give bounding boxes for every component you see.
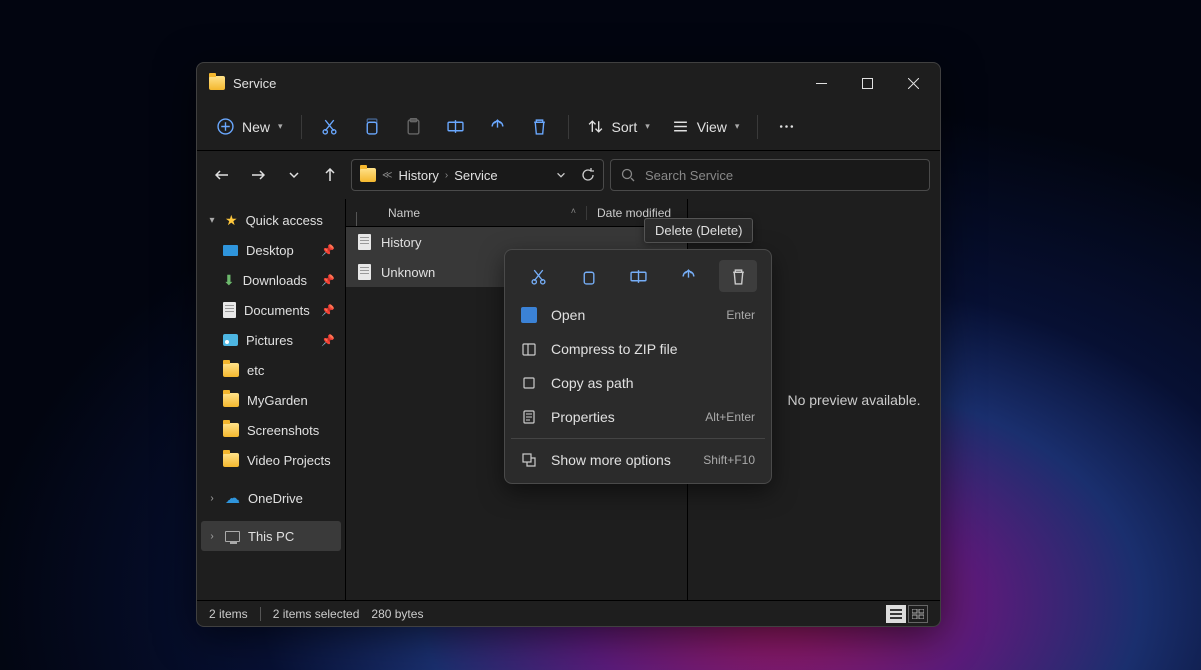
new-button[interactable]: New ▾: [207, 109, 293, 145]
status-size: 280 bytes: [371, 607, 423, 621]
chevron-down-icon[interactable]: [555, 169, 567, 181]
cut-button[interactable]: [310, 109, 350, 145]
sidebar-item-downloads[interactable]: ⬇Downloads📌: [201, 265, 341, 295]
view-button[interactable]: View ▾: [662, 109, 750, 145]
sidebar-item-desktop[interactable]: Desktop📌: [201, 235, 341, 265]
search-icon: [621, 168, 635, 182]
ctx-copy-button[interactable]: [569, 260, 607, 292]
search-placeholder: Search Service: [645, 168, 733, 183]
close-button[interactable]: [890, 67, 936, 99]
new-label: New: [242, 119, 270, 135]
ctx-compress[interactable]: Compress to ZIP file: [511, 332, 765, 366]
column-header-name[interactable]: Name˄: [346, 206, 586, 220]
minimize-button[interactable]: [798, 67, 844, 99]
download-icon: ⬇: [223, 272, 235, 289]
pin-icon: 📌: [321, 304, 335, 317]
paste-button[interactable]: [394, 109, 434, 145]
file-icon: [358, 264, 371, 280]
folder-icon: [223, 453, 239, 467]
sidebar-item-videoprojects[interactable]: Video Projects: [201, 445, 341, 475]
rename-button[interactable]: [436, 109, 476, 145]
chevron-icon: ≪: [382, 170, 392, 181]
star-icon: ★: [225, 212, 238, 229]
sidebar-item-mygarden[interactable]: MyGarden: [201, 385, 341, 415]
copy-path-icon: [521, 375, 537, 391]
navigation-row: ≪ History › Service Search Service: [197, 151, 940, 199]
up-button[interactable]: [315, 160, 345, 190]
folder-icon: [209, 76, 225, 90]
sidebar-item-documents[interactable]: Documents📌: [201, 295, 341, 325]
document-icon: [223, 302, 236, 318]
view-label: View: [697, 119, 727, 135]
more-options-icon: [521, 452, 537, 468]
ctx-open[interactable]: Open Enter: [511, 298, 765, 332]
status-selected: 2 items selected: [273, 607, 360, 621]
pin-icon: 📌: [321, 274, 335, 287]
address-bar[interactable]: ≪ History › Service: [351, 159, 604, 191]
cloud-icon: ☁: [225, 489, 240, 507]
breadcrumb-seg-2[interactable]: Service: [454, 168, 497, 183]
forward-button[interactable]: [243, 160, 273, 190]
sidebar-item-etc[interactable]: etc: [201, 355, 341, 385]
thumbnails-view-button[interactable]: [908, 605, 928, 623]
sidebar-item-screenshots[interactable]: Screenshots: [201, 415, 341, 445]
ctx-copypath[interactable]: Copy as path: [511, 366, 765, 400]
ctx-share-button[interactable]: [669, 260, 707, 292]
delete-button[interactable]: [520, 109, 560, 145]
ctx-rename-button[interactable]: [619, 260, 657, 292]
zip-icon: [521, 341, 537, 357]
sidebar-item-pictures[interactable]: Pictures📌: [201, 325, 341, 355]
status-item-count: 2 items: [209, 607, 248, 621]
pictures-icon: [223, 334, 238, 346]
sort-label: Sort: [612, 119, 638, 135]
maximize-button[interactable]: [844, 67, 890, 99]
more-button[interactable]: [766, 109, 806, 145]
share-button[interactable]: [478, 109, 518, 145]
pc-icon: [225, 531, 240, 542]
breadcrumb-seg-1[interactable]: History: [398, 168, 438, 183]
folder-icon: [360, 168, 376, 182]
titlebar[interactable]: Service: [197, 63, 940, 103]
pin-icon: 📌: [321, 244, 335, 257]
ctx-properties[interactable]: Properties Alt+Enter: [511, 400, 765, 434]
pin-icon: 📌: [321, 334, 335, 347]
context-menu: Open Enter Compress to ZIP file Copy as …: [504, 249, 772, 484]
sidebar: ▾★Quick access Desktop📌 ⬇Downloads📌 Docu…: [197, 199, 345, 600]
sort-button[interactable]: Sort ▾: [577, 109, 660, 145]
sort-indicator-icon: ˄: [571, 206, 576, 216]
desktop-icon: [223, 245, 238, 256]
refresh-icon[interactable]: [581, 168, 595, 182]
ctx-show-more[interactable]: Show more options Shift+F10: [511, 443, 765, 477]
open-icon: [521, 307, 537, 323]
back-button[interactable]: [207, 160, 237, 190]
status-bar: 2 items 2 items selected 280 bytes: [197, 600, 940, 626]
ctx-cut-button[interactable]: [519, 260, 557, 292]
search-input[interactable]: Search Service: [610, 159, 930, 191]
recent-button[interactable]: [279, 160, 309, 190]
folder-icon: [223, 363, 239, 377]
folder-icon: [223, 423, 239, 437]
folder-icon: [223, 393, 239, 407]
window-title: Service: [233, 76, 276, 91]
file-icon: [358, 234, 371, 250]
sidebar-quick-access[interactable]: ▾★Quick access: [201, 205, 341, 235]
properties-icon: [521, 409, 537, 425]
toolbar: New ▾ Sort ▾ View ▾: [197, 103, 940, 151]
sidebar-this-pc[interactable]: ›This PC: [201, 521, 341, 551]
chevron-right-icon: ›: [445, 170, 448, 181]
details-view-button[interactable]: [886, 605, 906, 623]
ctx-delete-button[interactable]: [719, 260, 757, 292]
copy-button[interactable]: [352, 109, 392, 145]
tooltip-delete: Delete (Delete): [644, 218, 753, 243]
sidebar-onedrive[interactable]: ›☁OneDrive: [201, 483, 341, 513]
